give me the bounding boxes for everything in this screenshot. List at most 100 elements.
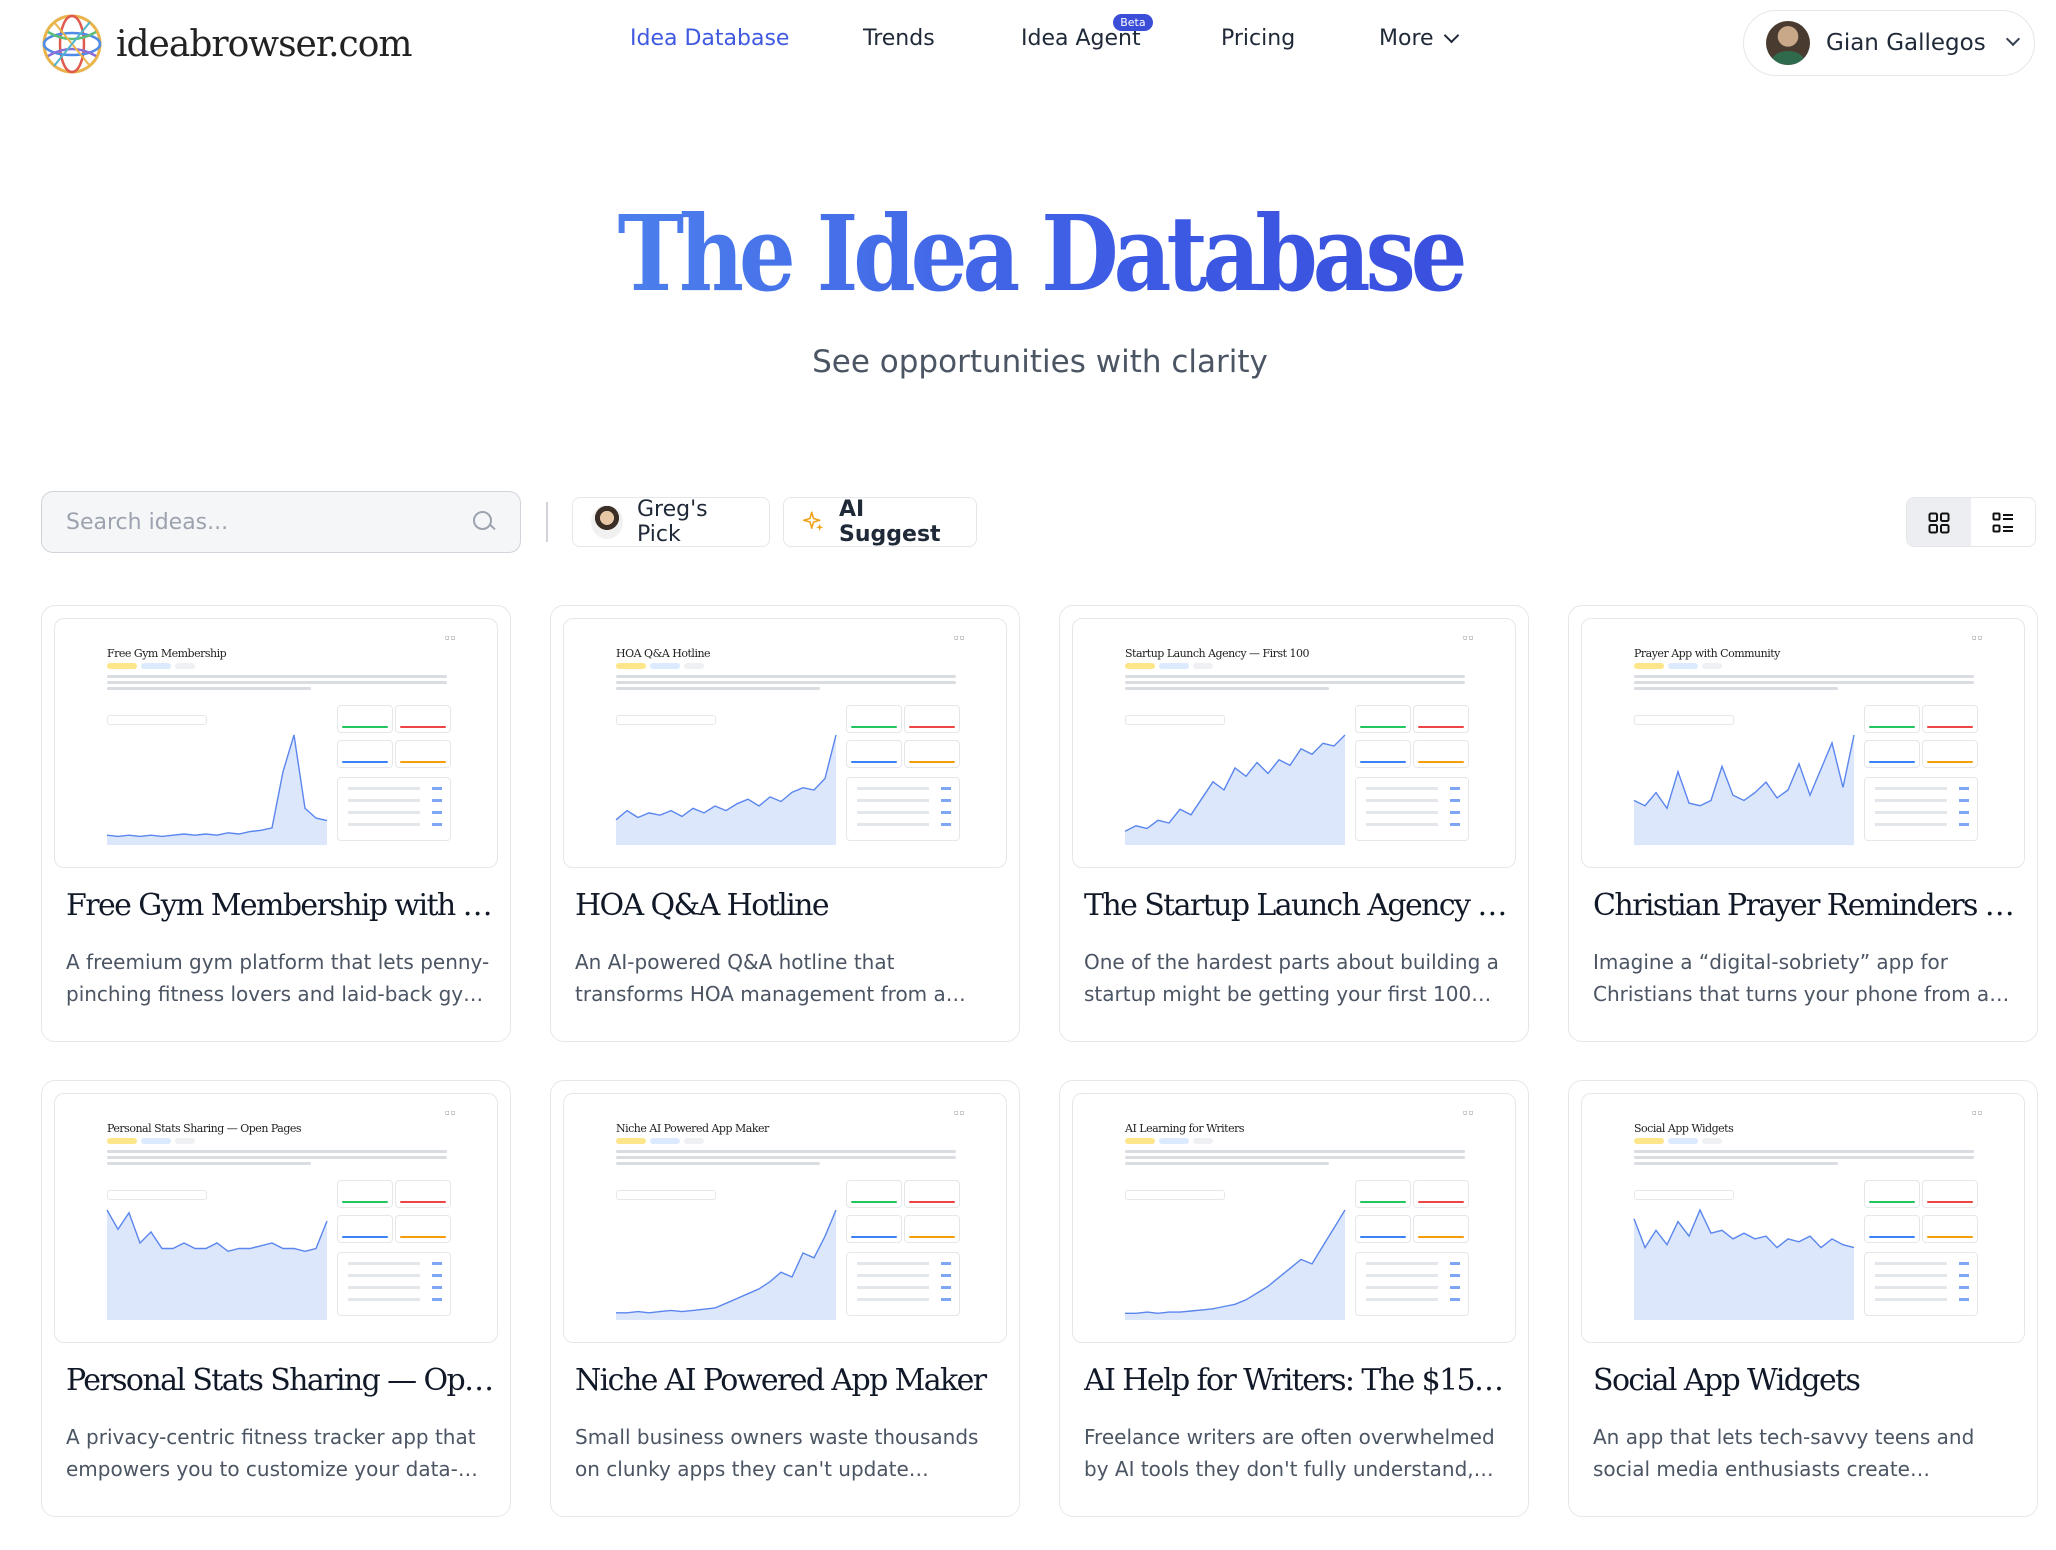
- trend-area: [1125, 735, 1345, 845]
- page-subtitle: See opportunities with clarity: [812, 344, 1268, 380]
- idea-card[interactable]: Niche AI Powered App Maker ◻ ◻ Niche AI …: [550, 1080, 1020, 1517]
- ai-suggest-button[interactable]: AI Suggest: [783, 497, 977, 547]
- thumb-title: Social App Widgets: [1634, 1122, 1734, 1135]
- thumb-tags: [1125, 1138, 1213, 1144]
- thumb-title: HOA Q&A Hotline: [616, 647, 711, 660]
- nav-idea-database[interactable]: Idea Database: [630, 26, 789, 51]
- thumb-title: Free Gym Membership: [107, 647, 227, 660]
- trend-area: [1634, 735, 1854, 845]
- gregs-pick-button[interactable]: Greg's Pick: [572, 497, 770, 547]
- idea-description: One of the hardest parts about building …: [1084, 950, 1499, 1006]
- sparkle-icon: [802, 511, 824, 531]
- thumb-actions: ◻ ◻: [445, 635, 455, 641]
- thumb-keyword-box: [1125, 715, 1225, 725]
- idea-title: Social App Widgets: [1593, 1363, 1861, 1398]
- idea-card[interactable]: AI Learning for Writers ◻ ◻ AI Help for …: [1059, 1080, 1529, 1517]
- thumb-title: Prayer App with Community: [1634, 647, 1780, 660]
- idea-preview-thumbnail: Prayer App with Community ◻ ◻: [1581, 618, 2025, 868]
- idea-preview-thumbnail: Startup Launch Agency — First 100 ◻ ◻: [1072, 618, 1516, 868]
- thumb-title: Niche AI Powered App Maker: [616, 1122, 769, 1135]
- trend-area: [616, 735, 836, 845]
- user-avatar: [1766, 21, 1810, 65]
- thumb-tags: [1125, 663, 1213, 669]
- nav-trends[interactable]: Trends: [863, 26, 935, 51]
- thumb-actions: ◻ ◻: [1463, 635, 1473, 641]
- thumb-scores: [337, 1180, 457, 1316]
- thumb-text-lines: [616, 1150, 956, 1168]
- thumb-actions: ◻ ◻: [1972, 635, 1982, 641]
- thumb-text-lines: [107, 1150, 447, 1168]
- thumb-actions: ◻ ◻: [954, 1110, 964, 1116]
- idea-card[interactable]: Free Gym Membership ◻ ◻ Free Gym Members…: [41, 605, 511, 1042]
- thumb-actions: ◻ ◻: [1463, 1110, 1473, 1116]
- trend-chart: [1633, 1208, 1855, 1320]
- thumb-keyword-box: [616, 1190, 716, 1200]
- thumb-tags: [107, 663, 195, 669]
- thumb-tags: [1634, 663, 1722, 669]
- idea-title: Christian Prayer Reminders App: [1593, 888, 2023, 923]
- user-menu[interactable]: Gian Gallegos: [1743, 10, 2035, 76]
- thumb-keyword-box: [616, 715, 716, 725]
- trend-chart: [1633, 734, 1855, 845]
- idea-preview-thumbnail: Free Gym Membership ◻ ◻: [54, 618, 498, 868]
- grid-view-icon: [1928, 512, 1950, 534]
- idea-description: Small business owners waste thousands on…: [575, 1425, 979, 1481]
- search-icon[interactable]: [472, 510, 496, 534]
- thumb-title: Startup Launch Agency — First 100: [1125, 647, 1310, 660]
- thumb-tags: [107, 1138, 195, 1144]
- thumb-scores: [1864, 1180, 1984, 1316]
- idea-description: A privacy-centric fitness tracker app th…: [66, 1425, 476, 1481]
- view-toggle: [1906, 497, 2036, 547]
- idea-title: AI Help for Writers: The $15K/mo Writing…: [1084, 1363, 1514, 1398]
- thumb-scores: [1355, 705, 1475, 841]
- nav-more[interactable]: More: [1379, 26, 1459, 51]
- trend-chart: [1124, 734, 1346, 845]
- thumb-keyword-box: [1125, 1190, 1225, 1200]
- trend-area: [1125, 1210, 1345, 1320]
- toolbar-divider: [546, 502, 548, 542]
- idea-card[interactable]: Startup Launch Agency — First 100 ◻ ◻ Th…: [1059, 605, 1529, 1042]
- idea-preview-thumbnail: Social App Widgets ◻ ◻: [1581, 1093, 2025, 1343]
- trend-area: [107, 1210, 327, 1320]
- idea-card[interactable]: Prayer App with Community ◻ ◻ Christian …: [1568, 605, 2038, 1042]
- idea-card[interactable]: HOA Q&A Hotline ◻ ◻ HOA Q&A Hotline An A…: [550, 605, 1020, 1042]
- thumb-actions: ◻ ◻: [954, 635, 964, 641]
- idea-card[interactable]: Personal Stats Sharing — Open Pages ◻ ◻ …: [41, 1080, 511, 1517]
- thumb-keyword-box: [107, 1190, 207, 1200]
- trend-chart: [616, 1209, 837, 1320]
- idea-title: HOA Q&A Hotline: [575, 888, 830, 923]
- nav-idea-agent[interactable]: Idea Agent Beta: [1021, 14, 1153, 51]
- thumb-text-lines: [1125, 675, 1465, 693]
- thumb-tags: [1634, 1138, 1722, 1144]
- thumb-scores: [1864, 705, 1984, 841]
- trend-chart: [1125, 1209, 1346, 1320]
- nav-pricing[interactable]: Pricing: [1221, 26, 1295, 51]
- page-title: The Idea Database: [146, 192, 1935, 315]
- chevron-down-icon: [2005, 31, 2020, 47]
- thumb-text-lines: [1125, 1150, 1465, 1168]
- idea-card[interactable]: Social App Widgets ◻ ◻ Social App Widget…: [1568, 1080, 2038, 1517]
- thumb-scores: [337, 705, 457, 841]
- user-name: Gian Gallegos: [1826, 30, 1986, 56]
- thumb-scores: [1355, 1180, 1475, 1316]
- idea-description: An AI-powered Q&A hotline that transform…: [575, 950, 946, 1006]
- thumb-tags: [616, 1138, 704, 1144]
- ai-suggest-label: AI Suggest: [839, 497, 941, 547]
- thumb-keyword-box: [107, 715, 207, 725]
- list-view-icon: [1992, 512, 2013, 533]
- top-header: ideabrowser.com Idea Database Trends Ide…: [0, 0, 2056, 88]
- thumb-tags: [616, 663, 704, 669]
- list-view-button[interactable]: [1971, 498, 2035, 546]
- greg-avatar: [591, 505, 623, 539]
- grid-view-button[interactable]: [1907, 498, 1971, 546]
- thumb-actions: ◻ ◻: [1972, 1110, 1982, 1116]
- thumb-actions: ◻ ◻: [445, 1110, 455, 1116]
- trend-chart: [106, 734, 328, 845]
- thumb-text-lines: [616, 675, 956, 693]
- thumb-keyword-box: [1634, 1190, 1734, 1200]
- idea-title: Personal Stats Sharing — Open Pages: [66, 1363, 496, 1398]
- idea-title: The Startup Launch Agency for your first…: [1084, 888, 1514, 923]
- thumb-scores: [846, 1180, 966, 1316]
- search-input[interactable]: [66, 509, 472, 535]
- idea-title: Free Gym Membership with Great Upsells: [66, 888, 496, 923]
